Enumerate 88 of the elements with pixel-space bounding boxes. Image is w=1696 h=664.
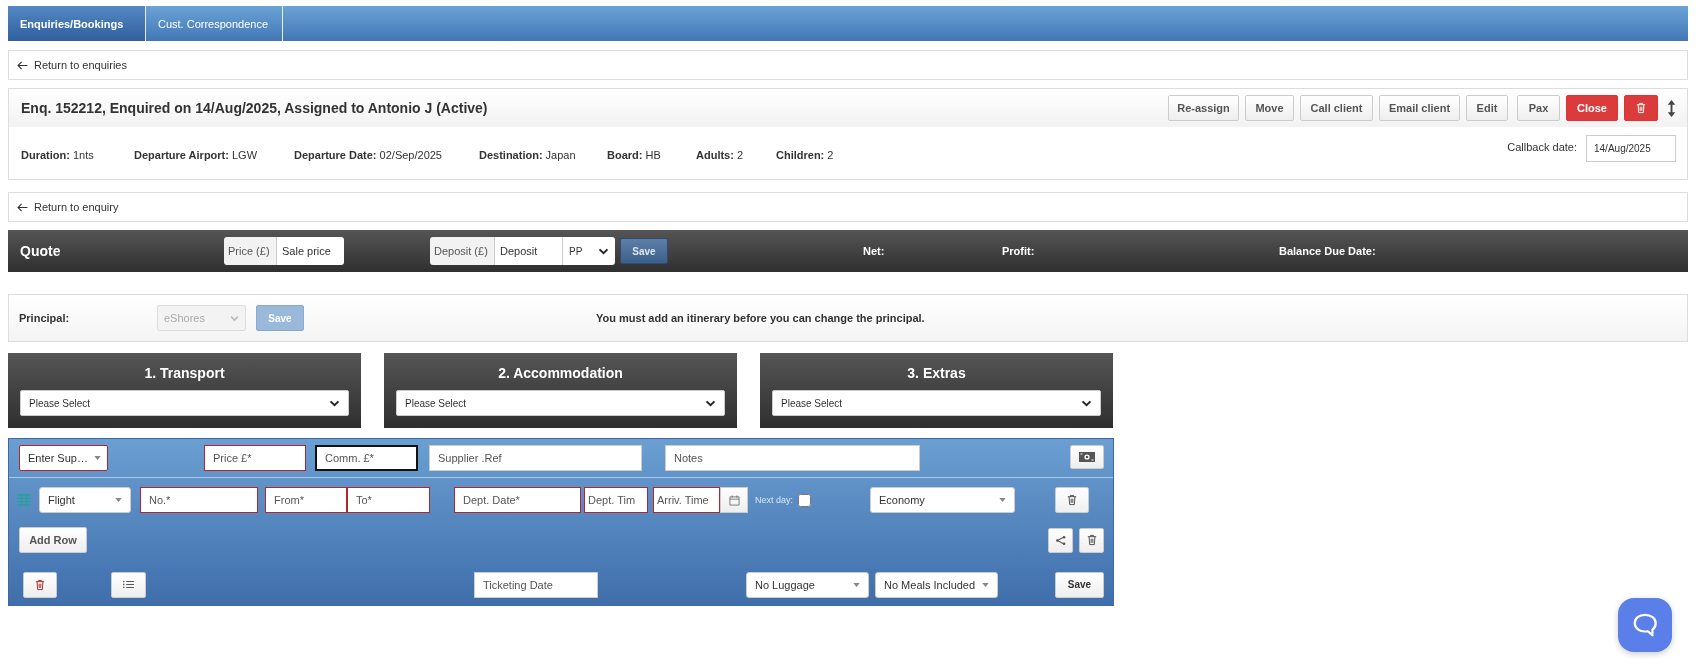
caret-icon — [982, 582, 989, 587]
delete-button[interactable] — [23, 571, 57, 598]
trash-icon — [35, 578, 45, 591]
detail-text: Adults: 2 — [696, 149, 745, 161]
chat-icon — [1632, 612, 1658, 638]
caret-icon — [1081, 399, 1092, 407]
input-field[interactable]: Price £* — [204, 445, 306, 471]
input-addon: Price (£) — [224, 237, 277, 265]
drag-handle-icon — [17, 494, 31, 506]
chevron-down-icon — [230, 314, 239, 322]
action-button[interactable]: Re-assign — [1168, 95, 1239, 121]
date-field[interactable]: 14/Aug/2025 — [1586, 135, 1676, 162]
detail-text: Destination: Japan — [479, 149, 577, 161]
banknote-button[interactable] — [1070, 445, 1104, 469]
caret-icon — [329, 399, 340, 407]
price-field[interactable]: Sale price — [277, 237, 344, 265]
banknote-icon — [1079, 452, 1095, 462]
vertical-arrows-icon — [1667, 99, 1676, 117]
calendar-icon — [728, 494, 740, 506]
input-field[interactable]: Dept. Date* — [454, 487, 581, 513]
cabin-dropdown[interactable]: Economy — [870, 487, 1015, 513]
trash-icon — [1086, 534, 1097, 546]
detail-text: Children: 2 — [776, 149, 834, 161]
meals-dropdown[interactable]: No Meals Included — [875, 571, 998, 598]
detail-text: Board: HB — [607, 149, 662, 161]
detail-text: Duration: 1nts — [21, 149, 95, 161]
action-button[interactable]: Pax — [1517, 95, 1560, 121]
input-field[interactable]: From* — [265, 487, 347, 513]
quote-title: Quote — [20, 243, 62, 259]
share-icon — [1055, 535, 1066, 545]
arrow-left-icon — [17, 60, 28, 70]
back-link[interactable]: Return to enquiries — [17, 59, 127, 71]
list-button[interactable] — [111, 571, 146, 598]
date-field[interactable]: Ticketing Date — [474, 571, 598, 598]
save-button[interactable]: Save — [620, 238, 668, 264]
section-title: 1. Transport — [144, 363, 225, 383]
segment-type-dropdown[interactable]: Flight — [39, 487, 131, 513]
section-dropdown[interactable]: Please Select — [396, 390, 725, 416]
input-field[interactable]: To* — [347, 487, 430, 513]
chat-button[interactable] — [1618, 598, 1672, 652]
luggage-dropdown[interactable]: No Luggage — [746, 571, 869, 598]
detail-text: Departure Date: 02/Sep/2025 — [294, 149, 443, 161]
list-icon — [123, 580, 134, 589]
chevron-down-icon — [598, 247, 609, 255]
action-button[interactable]: Edit — [1466, 95, 1508, 121]
add-row-button[interactable]: Add Row — [19, 527, 87, 553]
input-field[interactable]: No.* — [140, 487, 258, 513]
caret-icon — [705, 399, 716, 407]
enquiry-title: Enq. 152212, Enquired on 14/Aug/2025, Assigned to Antonio J (Active) — [21, 100, 488, 116]
back-link[interactable]: Return to enquiry — [17, 201, 119, 213]
detail-text: Departure Airport: LGW — [134, 149, 259, 161]
nav-tab[interactable]: Enquiries/Bookings — [8, 6, 146, 41]
action-button[interactable]: Call client — [1300, 95, 1373, 121]
section-dropdown[interactable]: Please Select — [20, 390, 349, 416]
trash-icon — [1636, 102, 1646, 114]
supplier-dropdown[interactable]: Enter Sup… — [19, 445, 108, 471]
input-field[interactable]: Dept. Tim — [584, 487, 648, 513]
input-field[interactable]: Comm. £* — [315, 445, 418, 471]
caret-icon — [93, 456, 101, 460]
summary-label: Profit: — [1002, 245, 1036, 257]
caret-icon — [853, 582, 860, 587]
notice-text: You must add an itinerary before you can change the principal. — [596, 312, 925, 324]
field-label: Next day: — [755, 495, 794, 505]
delete-button[interactable] — [1079, 527, 1104, 553]
nav-tab[interactable]: Cust. Correspondence — [146, 6, 283, 41]
action-button[interactable]: Move — [1245, 95, 1294, 121]
share-button[interactable] — [1048, 527, 1073, 553]
close-button[interactable]: Close — [1566, 95, 1618, 121]
delete-button[interactable] — [1624, 95, 1658, 121]
arrow-left-icon — [17, 202, 28, 212]
section-title: 2. Accommodation — [498, 363, 623, 383]
input-field[interactable]: Arriv. Time — [653, 487, 720, 513]
summary-label: Net: — [863, 245, 886, 257]
section-dropdown[interactable]: Please Select — [772, 390, 1101, 416]
section-title: 3. Extras — [907, 363, 966, 383]
save-button[interactable]: Save — [1055, 571, 1104, 598]
caret-icon — [999, 498, 1006, 502]
next-day-checkbox[interactable] — [798, 493, 812, 507]
input-addon: Deposit (£) — [430, 237, 495, 265]
delete-button[interactable] — [1055, 487, 1089, 513]
field-label: Principal: — [19, 312, 71, 324]
action-button[interactable]: Email client — [1379, 95, 1460, 121]
trash-icon — [1067, 494, 1077, 506]
summary-label: Balance Due Date: — [1279, 245, 1376, 257]
deposit-field[interactable]: Deposit — [495, 237, 562, 265]
caret-icon — [115, 498, 122, 502]
field-label: Callback date: — [1507, 141, 1577, 153]
unit-dropdown[interactable]: PP — [562, 237, 615, 265]
